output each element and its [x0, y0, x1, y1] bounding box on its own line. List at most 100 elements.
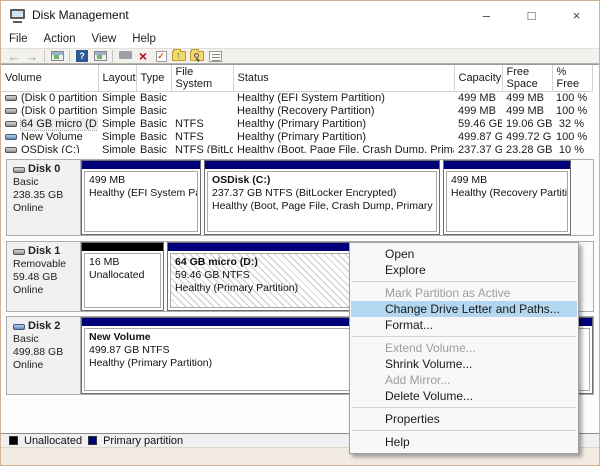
partition-osdisk-c[interactable]: OSDisk (C:) 237.37 GB NTFS (BitLocker En… — [204, 160, 440, 235]
cell-free: 499.72 GB — [506, 131, 552, 143]
menu-extend-volume: Extend Volume... — [385, 341, 476, 355]
toolbar-separator — [112, 50, 113, 62]
volume-icon — [5, 121, 17, 127]
volume-row[interactable]: New Volume Simple Basic NTFS Healthy (Pr… — [1, 131, 592, 144]
legend-primary-label: Primary partition — [103, 434, 184, 447]
back-icon[interactable]: ← — [5, 49, 23, 63]
partition-efi[interactable]: 499 MB Healthy (EFI System Partition) — [81, 160, 201, 235]
col-volume[interactable]: Volume — [1, 65, 99, 92]
cell-free: 499 MB — [506, 92, 544, 105]
volume-icon — [5, 95, 17, 102]
tooltip-icon[interactable] — [116, 49, 134, 63]
partition-color-strip — [82, 243, 163, 251]
menu-open[interactable]: Open — [351, 246, 577, 262]
partition-name: OSDisk (C:) — [212, 174, 271, 186]
cell-fs — [171, 92, 233, 105]
check-task-icon[interactable]: ✓ — [152, 49, 170, 63]
cell-fs — [171, 105, 233, 118]
cell-pct-free: 100 % — [556, 131, 588, 143]
menu-explore[interactable]: Explore — [351, 262, 577, 278]
partition-context-menu: Open Explore Mark Partition as Active Ch… — [349, 242, 579, 454]
cell-type: Basic — [140, 131, 167, 143]
col-file-system[interactable]: File System — [171, 65, 234, 92]
volume-table-header: Volume Layout Type File System Status Ca… — [1, 65, 593, 92]
forward-icon[interactable]: → — [23, 49, 41, 63]
menu-action[interactable]: Action — [36, 31, 84, 47]
cell-capacity: 499 MB — [458, 105, 496, 117]
cell-type: Basic — [140, 92, 167, 105]
col-type[interactable]: Type — [136, 65, 172, 92]
cell-layout: Simple — [102, 131, 136, 143]
app-icon — [10, 8, 26, 23]
disk-0-header[interactable]: Disk 0 Basic 238.35 GB Online — [7, 160, 81, 235]
menu-file[interactable]: File — [1, 31, 36, 47]
partition-size: 499 MB — [451, 174, 488, 186]
disk-1-header[interactable]: Disk 1 Removable 59.48 GB Online — [7, 242, 81, 311]
partition-unallocated[interactable]: 16 MB Unallocated — [81, 242, 164, 311]
cell-capacity: 499 MB — [458, 92, 496, 105]
titlebar: Disk Management – □ × — [1, 1, 599, 29]
volume-row[interactable]: (Disk 0 partition 1) Simple Basic Health… — [1, 92, 592, 105]
col-pct-free[interactable]: % Free — [552, 65, 593, 92]
primary-partition-swatch — [88, 436, 98, 445]
menu-properties[interactable]: Properties — [351, 411, 577, 427]
col-free-space[interactable]: Free Space — [502, 65, 553, 92]
disk-size: 59.48 GB — [13, 271, 58, 283]
menu-format[interactable]: Format... — [351, 317, 577, 333]
delete-icon[interactable]: × — [134, 49, 152, 63]
menu-change-drive-letter[interactable]: Change Drive Letter and Paths... — [351, 301, 577, 317]
disk-0-row: Disk 0 Basic 238.35 GB Online 499 MB Hea… — [6, 159, 594, 236]
console-window-icon[interactable] — [48, 49, 66, 63]
cell-type: Basic — [140, 118, 167, 130]
maximize-button[interactable]: □ — [509, 1, 554, 29]
disk-type: Basic — [13, 176, 39, 188]
cell-capacity: 499.87 GB — [458, 131, 502, 143]
menu-help[interactable]: Help — [351, 434, 577, 450]
disk-name: Disk 2 — [28, 320, 61, 332]
col-status[interactable]: Status — [233, 65, 455, 92]
menu-help[interactable]: Help — [124, 31, 164, 47]
menu-bar: File Action View Help — [1, 29, 599, 48]
close-button[interactable]: × — [554, 1, 599, 29]
disk-type: Basic — [13, 333, 39, 345]
disk-status: Online — [13, 284, 44, 296]
volume-name: 64 GB micro (D:) — [20, 117, 98, 131]
menu-separator — [352, 336, 576, 337]
disk-2-header[interactable]: Disk 2 Basic 499.88 GB Online — [7, 317, 81, 394]
cell-free: 19.06 GB — [506, 118, 552, 130]
volume-row-selected[interactable]: 64 GB micro (D:) Simple Basic NTFS Healt… — [1, 117, 592, 131]
action-pane-icon[interactable] — [91, 49, 109, 63]
menu-shrink-volume[interactable]: Shrink Volume... — [351, 356, 577, 372]
cell-type: Basic — [140, 105, 167, 117]
partition-color-strip — [82, 161, 200, 169]
disk-type: Removable — [13, 258, 67, 270]
partition-status: Unallocated — [89, 269, 145, 281]
cell-status: Healthy (EFI System Partition) — [237, 92, 385, 105]
col-capacity[interactable]: Capacity — [454, 65, 503, 92]
disk-name: Disk 0 — [28, 163, 61, 175]
disk-management-window: Disk Management – □ × File Action View H… — [0, 0, 600, 466]
properties-list-icon[interactable] — [206, 49, 224, 63]
folder-explore-icon[interactable] — [188, 49, 206, 63]
partition-size: 499 MB — [89, 174, 126, 186]
menu-view[interactable]: View — [84, 31, 125, 47]
menu-delete-volume[interactable]: Delete Volume... — [351, 388, 577, 404]
partition-recovery[interactable]: 499 MB Healthy (Recovery Partition) — [443, 160, 571, 235]
help-icon[interactable]: ? — [73, 49, 91, 63]
toolbar-separator — [44, 50, 45, 62]
partition-color-strip — [444, 161, 570, 169]
window-title: Disk Management — [32, 8, 129, 22]
col-layout[interactable]: Layout — [98, 65, 137, 92]
volume-name: (Disk 0 partition 4) — [21, 105, 98, 117]
cell-status: Healthy (Recovery Partition) — [237, 105, 375, 117]
volume-name: (Disk 0 partition 1) — [21, 92, 98, 105]
folder-open-icon[interactable]: ↑ — [170, 49, 188, 63]
volume-row[interactable]: (Disk 0 partition 4) Simple Basic Health… — [1, 105, 592, 118]
volume-name: New Volume — [21, 131, 83, 143]
menu-separator — [352, 430, 576, 431]
cell-status: Healthy (Primary Partition) — [237, 118, 366, 130]
menu-add-mirror: Add Mirror... — [385, 373, 451, 387]
toolbar: ← → ? × ✓ ↑ — [1, 48, 599, 64]
minimize-button[interactable]: – — [464, 1, 509, 29]
disk-status: Online — [13, 202, 44, 214]
